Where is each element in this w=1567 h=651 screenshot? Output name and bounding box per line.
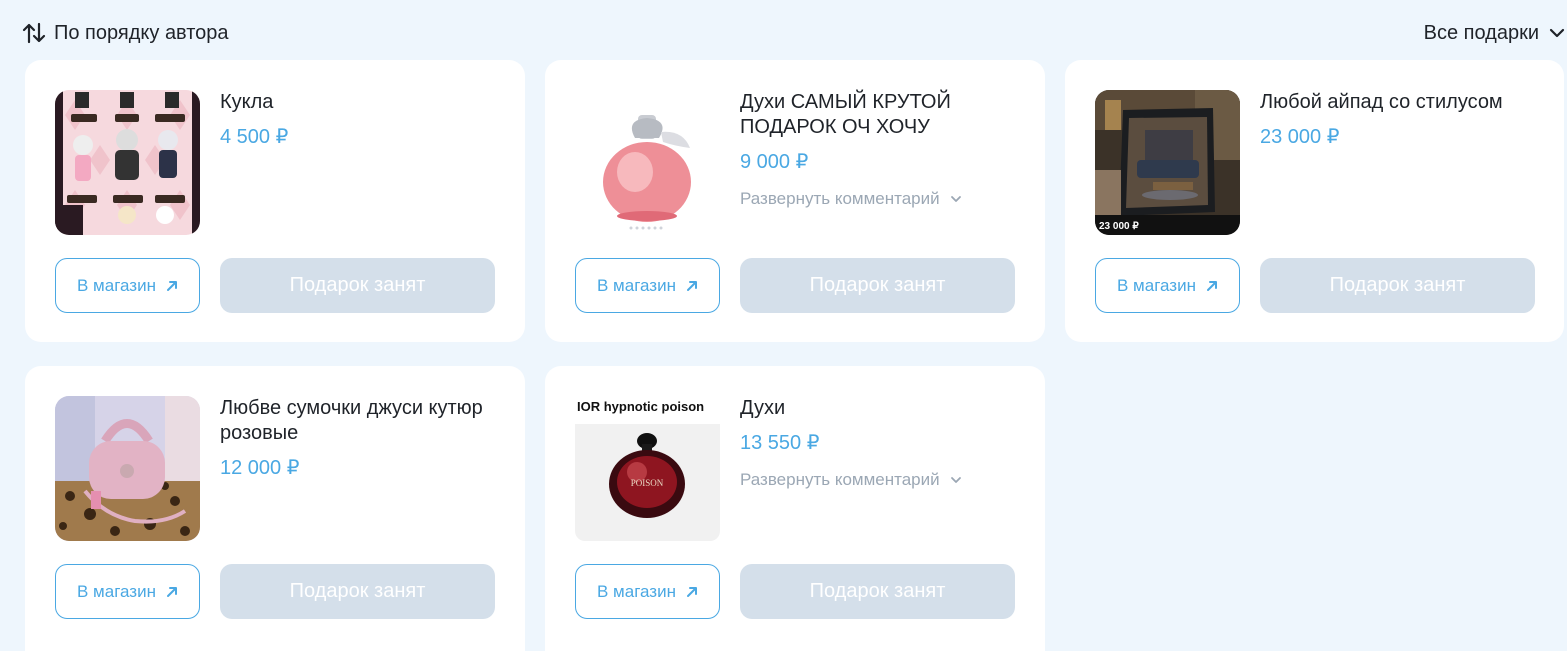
gift-card: 23 000 ₽ Любой айпад со стилусом 23 000 … — [1065, 60, 1564, 342]
expand-comment-label: Развернуть комментарий — [740, 189, 940, 208]
gift-title: Кукла — [220, 91, 274, 113]
gift-title: Духи — [740, 397, 786, 419]
gift-card: POISON IOR hypnotic poison Духи 13 550 ₽… — [545, 366, 1045, 651]
gift-filter-dropdown[interactable]: Все подарки — [1424, 20, 1567, 46]
expand-comment-toggle[interactable]: Развернуть комментарий — [740, 470, 1030, 490]
filter-label: Все подарки — [1423, 21, 1539, 44]
shop-button-label: В магазин — [77, 581, 156, 601]
shop-link-button[interactable]: В магазин — [575, 564, 720, 619]
shop-button-label: В магазин — [597, 275, 676, 295]
gift-taken-button[interactable]: Подарок занят — [220, 258, 495, 313]
doll-collage-image[interactable] — [55, 90, 200, 235]
shop-button-label: В магазин — [597, 581, 676, 601]
gift-title: Любве сумочки джуси кутюр розовые — [220, 397, 483, 444]
sort-button[interactable]: По порядку автора — [22, 20, 229, 46]
arrow-up-right-icon — [1206, 280, 1218, 292]
shop-button-label: В магазин — [77, 275, 156, 295]
pink-bag-photo-image[interactable] — [55, 396, 200, 541]
chevron-down-icon — [950, 194, 962, 204]
gift-taken-button[interactable]: Подарок занят — [740, 564, 1015, 619]
gift-price: 4 500 ₽ — [220, 126, 289, 148]
gift-price: 9 000 ₽ — [740, 151, 809, 173]
gift-info: Духи 13 550 ₽ Развернуть комментарий — [740, 396, 1030, 490]
arrow-up-right-icon — [166, 586, 178, 598]
shop-link-button[interactable]: В магазин — [1095, 258, 1240, 313]
sort-label: По порядку автора — [54, 21, 229, 44]
arrow-up-right-icon — [686, 280, 698, 292]
svg-text:POISON: POISON — [631, 478, 664, 488]
expand-comment-toggle[interactable]: Развернуть комментарий — [740, 189, 1030, 209]
apple-perfume-bottle-image[interactable] — [575, 90, 720, 235]
image-price-caption: 23 000 ₽ — [1099, 221, 1139, 232]
arrow-up-right-icon — [166, 280, 178, 292]
shop-button-label: В магазин — [1117, 275, 1196, 295]
gift-card: Духи САМЫЙ КРУТОЙ ПОДАРОК ОЧ ХОЧУ 9 000 … — [545, 60, 1045, 342]
gift-card: Любве сумочки джуси кутюр розовые 12 000… — [25, 366, 525, 651]
gift-taken-button[interactable]: Подарок занят — [740, 258, 1015, 313]
gift-title: Духи САМЫЙ КРУТОЙ ПОДАРОК ОЧ ХОЧУ — [740, 91, 951, 138]
ipad-photo-image[interactable]: 23 000 ₽ — [1095, 90, 1240, 235]
image-product-caption: IOR hypnotic poison — [577, 399, 705, 414]
hypnotic-poison-bottle-image[interactable]: POISON IOR hypnotic poison — [575, 396, 720, 541]
gift-info: Кукла 4 500 ₽ — [220, 90, 510, 150]
shop-link-button[interactable]: В магазин — [55, 258, 200, 313]
arrow-up-right-icon — [686, 586, 698, 598]
gift-price: 12 000 ₽ — [220, 457, 300, 479]
chevron-down-icon — [1549, 27, 1565, 39]
gift-info: Любве сумочки джуси кутюр розовые 12 000… — [220, 396, 510, 481]
gift-price: 23 000 ₽ — [1260, 126, 1340, 148]
shop-link-button[interactable]: В магазин — [55, 564, 200, 619]
chevron-down-icon — [950, 475, 962, 485]
gift-taken-button[interactable]: Подарок занят — [1260, 258, 1535, 313]
gift-info: Любой айпад со стилусом 23 000 ₽ — [1260, 90, 1550, 150]
sort-arrows-icon — [22, 22, 46, 44]
shop-link-button[interactable]: В магазин — [575, 258, 720, 313]
toolbar: По порядку автора Все подарки — [0, 0, 1567, 60]
gift-taken-button[interactable]: Подарок занят — [220, 564, 495, 619]
gift-card: Кукла 4 500 ₽ В магазин Подарок занят — [25, 60, 525, 342]
gift-info: Духи САМЫЙ КРУТОЙ ПОДАРОК ОЧ ХОЧУ 9 000 … — [740, 90, 1030, 209]
gift-title: Любой айпад со стилусом — [1260, 91, 1503, 113]
expand-comment-label: Развернуть комментарий — [740, 470, 940, 489]
gift-price: 13 550 ₽ — [740, 432, 820, 454]
